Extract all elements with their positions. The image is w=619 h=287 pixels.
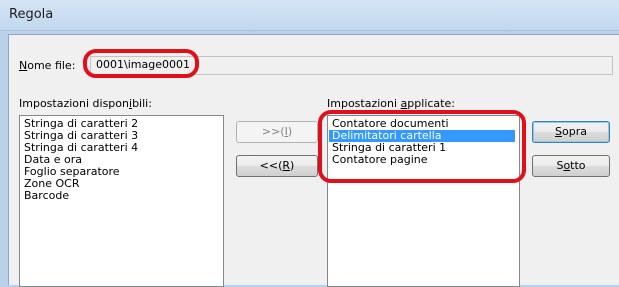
applied-label-post: pplicate: — [407, 97, 455, 110]
available-settings-label: Impostazioni disponibili: — [19, 97, 152, 110]
file-name-label: Nome file: — [19, 59, 75, 72]
remove-from-applied-button[interactable]: <<(R) — [236, 155, 318, 177]
file-name-value: 0001\image0001 — [96, 58, 190, 71]
remove-button-pre: <<( — [259, 159, 283, 172]
applied-item-contatore-pagine[interactable]: Contatore pagine — [329, 154, 515, 166]
file-name-field: 0001\image0001 — [90, 56, 613, 75]
available-item-barcode[interactable]: Barcode — [21, 190, 69, 202]
up-button-rest: opra — [562, 125, 587, 138]
available-label-post: bili: — [132, 97, 152, 110]
remove-button-post: ) — [290, 159, 295, 172]
move-up-button[interactable]: Sopra — [532, 121, 610, 143]
add-button-pre: >>( — [261, 125, 285, 138]
window-title: Regola — [9, 7, 54, 22]
remove-button-accel: R — [282, 159, 291, 172]
applied-settings-list[interactable]: Contatore documenti Delimitatori cartell… — [327, 115, 520, 287]
add-button-post: ) — [287, 125, 293, 138]
move-down-button[interactable]: Sotto — [532, 155, 610, 177]
file-name-label-rest: ome file: — [27, 59, 76, 72]
dialog-client-area: Nome file: 0001\image0001 Impostazioni d… — [8, 34, 619, 287]
up-button-accel: S — [555, 125, 562, 138]
available-label-pre: Impostazioni dispon — [19, 97, 129, 110]
add-to-applied-button[interactable]: >>(I) — [236, 121, 318, 143]
file-name-label-accel: N — [19, 59, 28, 72]
applied-settings-label: Impostazioni applicate: — [327, 97, 455, 110]
available-settings-list[interactable]: Stringa di caratteri 2 Stringa di caratt… — [19, 115, 224, 287]
down-button-post: tto — [570, 159, 586, 172]
applied-label-pre: Impostazioni — [327, 97, 401, 110]
title-bar: Regola — [0, 0, 619, 31]
